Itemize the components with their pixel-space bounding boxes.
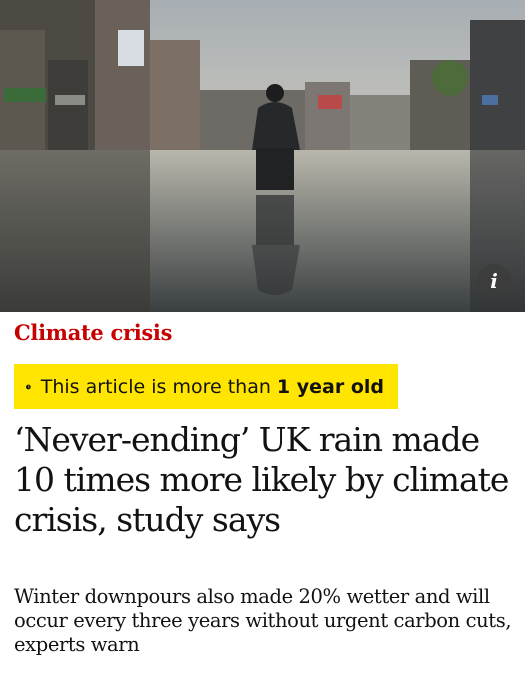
age-notice-text: This article is more than bbox=[40, 375, 271, 398]
article-age-notice: This article is more than 1 year old bbox=[14, 364, 398, 409]
article-headline: ‘Never-ending’ UK rain made 10 times mor… bbox=[14, 420, 509, 539]
age-notice-emphasis: 1 year old bbox=[276, 375, 384, 398]
article-page: i Climate crisis This article is more th… bbox=[0, 0, 525, 679]
flooded-street-illustration bbox=[0, 0, 525, 312]
clock-icon bbox=[26, 384, 31, 389]
section-kicker[interactable]: Climate crisis bbox=[14, 320, 172, 345]
article-standfirst: Winter downpours also made 20% wetter an… bbox=[14, 585, 512, 656]
hero-image[interactable]: i bbox=[0, 0, 525, 312]
image-info-button[interactable]: i bbox=[477, 264, 511, 298]
